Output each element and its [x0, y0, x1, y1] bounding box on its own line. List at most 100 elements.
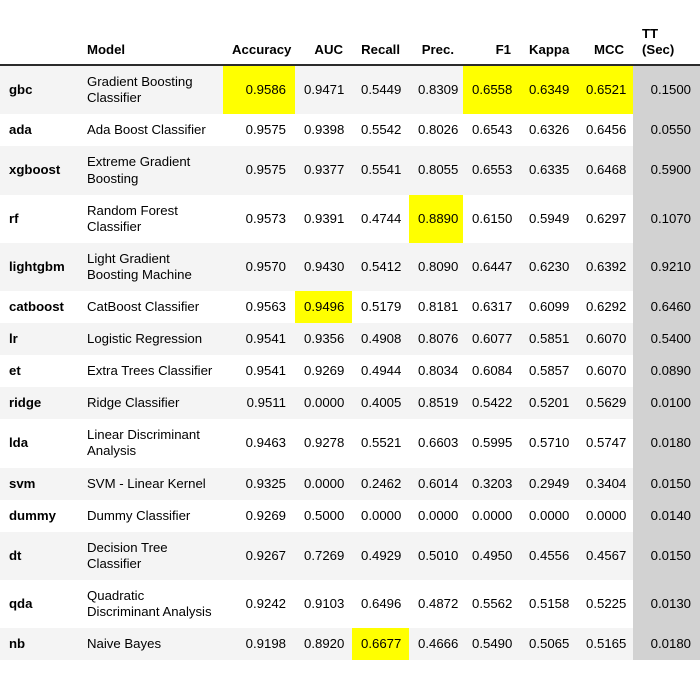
cell-auc: 0.9471	[295, 65, 352, 115]
table-row: lr Logistic Regression 0.9541 0.9356 0.4908 0…	[0, 323, 700, 356]
cell-f1: 0.5995	[463, 419, 520, 468]
cell-accuracy: 0.9586	[223, 65, 295, 115]
column-header-kappa: Kappa	[520, 22, 577, 67]
table-body: gbc Gradient Boosting Classifier 0.9586 0.9…	[0, 65, 700, 662]
row-index-catboost: catboost	[0, 291, 78, 324]
cell-recall: 0.5449	[352, 65, 409, 115]
row-model-name: Extra Trees Classifier	[78, 355, 223, 388]
cell-f1: 0.6553	[463, 146, 520, 195]
cell-tt: 0.0180	[633, 419, 700, 468]
cell-prec: 0.5010	[409, 531, 463, 580]
row-index-ada: ada	[0, 114, 78, 147]
cell-prec: 0.8519	[409, 387, 463, 420]
cell-f1: 0.3203	[463, 467, 520, 500]
cell-auc: 0.5000	[295, 499, 352, 532]
cell-auc: 0.9391	[295, 194, 352, 243]
row-index-ridge: ridge	[0, 387, 78, 420]
cell-recall: 0.5412	[352, 242, 409, 291]
column-header-f1: F1	[463, 22, 520, 67]
cell-tt: 0.1500	[633, 65, 700, 115]
cell-f1: 0.6543	[463, 114, 520, 147]
cell-accuracy: 0.9325	[223, 467, 295, 500]
row-model-name: Quadratic Discriminant Analysis	[78, 579, 223, 629]
cell-accuracy: 0.9198	[223, 628, 295, 662]
cell-kappa: 0.6230	[520, 242, 577, 291]
row-index-rf: rf	[0, 194, 78, 243]
cell-mcc: 0.5747	[577, 419, 633, 468]
cell-tt: 0.0100	[633, 387, 700, 420]
cell-mcc: 0.6070	[577, 355, 633, 388]
row-model-name: CatBoost Classifier	[78, 291, 223, 324]
row-model-name: Ada Boost Classifier	[78, 114, 223, 147]
cell-tt: 0.0150	[633, 467, 700, 500]
cell-auc: 0.9377	[295, 146, 352, 195]
row-index-lda: lda	[0, 419, 78, 468]
cell-recall: 0.2462	[352, 467, 409, 500]
table-row: ridge Ridge Classifier 0.9511 0.0000 0.4005 0…	[0, 387, 700, 420]
cell-kappa: 0.5710	[520, 419, 577, 468]
cell-kappa: 0.6099	[520, 291, 577, 324]
column-header-recall: Recall	[352, 22, 409, 67]
column-header-mcc: MCC	[577, 22, 633, 67]
row-model-name: Ridge Classifier	[78, 387, 223, 420]
cell-tt: 0.0150	[633, 531, 700, 580]
cell-recall: 0.4744	[352, 194, 409, 243]
cell-tt: 0.9210	[633, 242, 700, 291]
table-header: Model Accuracy AUC Recall Prec. F1 Kappa…	[0, 22, 700, 67]
cell-f1: 0.5562	[463, 579, 520, 629]
cell-prec: 0.8309	[409, 65, 463, 115]
cell-kappa: 0.5201	[520, 387, 577, 420]
cell-f1: 0.0000	[463, 499, 520, 532]
cell-kappa: 0.4556	[520, 531, 577, 580]
row-model-name: Linear Discriminant Analysis	[78, 419, 223, 468]
cell-accuracy: 0.9267	[223, 531, 295, 580]
table-row: ada Ada Boost Classifier 0.9575 0.9398 0.554…	[0, 114, 700, 147]
row-index-xgboost: xgboost	[0, 146, 78, 195]
row-model-name: Extreme Gradient Boosting	[78, 146, 223, 195]
row-model-name: Random Forest Classifier	[78, 194, 223, 243]
cell-accuracy: 0.9463	[223, 419, 295, 468]
cell-accuracy: 0.9570	[223, 242, 295, 291]
cell-accuracy: 0.9541	[223, 355, 295, 388]
cell-auc: 0.9103	[295, 579, 352, 629]
row-index-et: et	[0, 355, 78, 388]
leaderboard-container: Model Accuracy AUC Recall Prec. F1 Kappa…	[0, 0, 700, 680]
row-model-name: Naive Bayes	[78, 628, 223, 662]
cell-auc: 0.8920	[295, 628, 352, 662]
cell-f1: 0.6558	[463, 65, 520, 115]
cell-kappa: 0.5851	[520, 323, 577, 356]
cell-kappa: 0.0000	[520, 499, 577, 532]
row-index-dummy: dummy	[0, 499, 78, 532]
cell-kappa: 0.5857	[520, 355, 577, 388]
cell-recall: 0.4929	[352, 531, 409, 580]
cell-mcc: 0.5165	[577, 628, 633, 662]
column-header-tt-line2: (Sec)	[642, 41, 675, 57]
table-row: qda Quadratic Discriminant Analysis 0.9242…	[0, 579, 700, 629]
cell-kappa: 0.6335	[520, 146, 577, 195]
cell-kappa: 0.6349	[520, 65, 577, 115]
cell-prec: 0.6014	[409, 467, 463, 500]
cell-accuracy: 0.9541	[223, 323, 295, 356]
row-model-name: Dummy Classifier	[78, 499, 223, 532]
cell-f1: 0.5422	[463, 387, 520, 420]
cell-tt: 0.1070	[633, 194, 700, 243]
table-header-row: Model Accuracy AUC Recall Prec. F1 Kappa…	[0, 22, 700, 67]
cell-tt: 0.6460	[633, 291, 700, 324]
cell-tt: 0.0550	[633, 114, 700, 147]
cell-accuracy: 0.9563	[223, 291, 295, 324]
cell-mcc: 0.5225	[577, 579, 633, 629]
cell-f1: 0.4950	[463, 531, 520, 580]
cell-accuracy: 0.9242	[223, 579, 295, 629]
table-row: dt Decision Tree Classifier 0.9267 0.7269 0.…	[0, 531, 700, 580]
table-row: gbc Gradient Boosting Classifier 0.9586 0.9…	[0, 65, 700, 115]
column-header-auc: AUC	[295, 22, 352, 67]
row-index-dt: dt	[0, 531, 78, 580]
cell-recall: 0.4005	[352, 387, 409, 420]
cell-auc: 0.7269	[295, 531, 352, 580]
cell-recall: 0.5541	[352, 146, 409, 195]
row-model-name: Light Gradient Boosting Machine	[78, 242, 223, 291]
cell-kappa: 0.6326	[520, 114, 577, 147]
cell-recall: 0.0000	[352, 499, 409, 532]
column-header-model: Model	[78, 22, 223, 67]
cell-f1: 0.6150	[463, 194, 520, 243]
